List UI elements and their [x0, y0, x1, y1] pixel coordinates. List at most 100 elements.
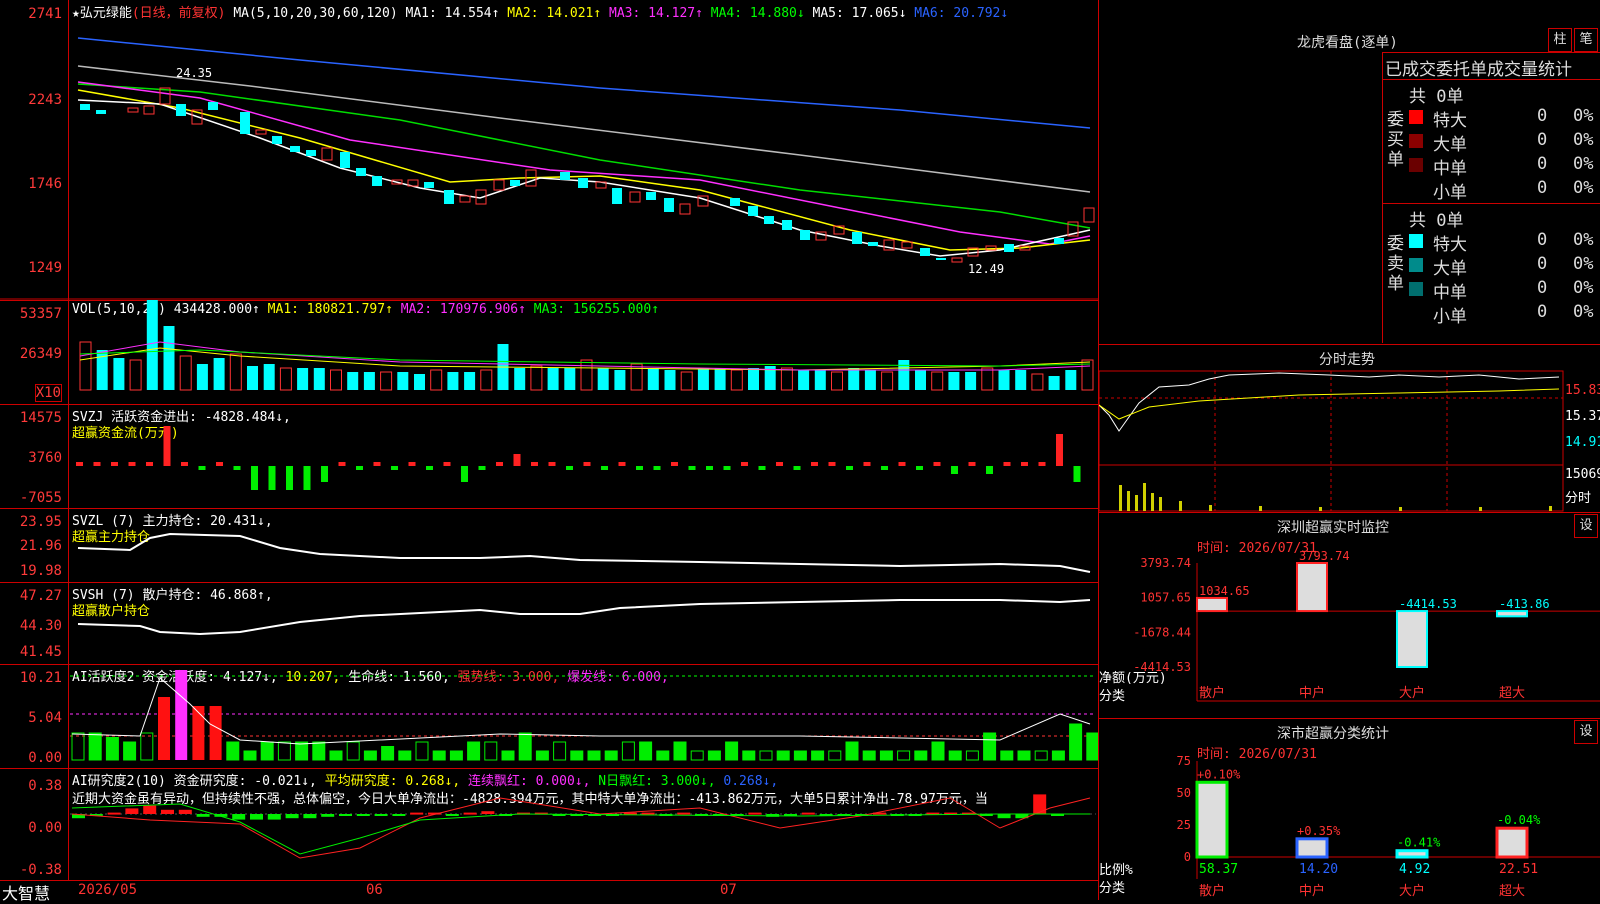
- sz-monitor-panel[interactable]: 深圳超赢实时监控 设 时间: 2026/07/31 3793.74 1057.65…: [1099, 512, 1600, 719]
- fund-flow-bar: [863, 462, 871, 466]
- stats-box: 已成交委托单成交量统计 委买单 共 0单 特大 0 0% 大单 0 0% 中单 0 0% 小单 0 0…: [1382, 52, 1600, 343]
- svzj-panel[interactable]: 14575 3760 -7055 SVZJ 活跃资金进出: -4828.484↓…: [0, 404, 1098, 509]
- legend-swatch: [1409, 282, 1423, 296]
- fund-flow-bar: [111, 462, 118, 466]
- category-label: 散户: [1199, 883, 1225, 899]
- volume-bar: [647, 368, 659, 390]
- change-label: -0.04%: [1497, 813, 1541, 827]
- value-label: 58.37: [1199, 862, 1238, 877]
- net-amount-bar: [1196, 596, 1228, 613]
- volume-bar: [898, 360, 910, 390]
- sz-class-panel[interactable]: 深市超赢分类统计 设 时间: 2026/07/31 75 50 25 0 +0.10% 5…: [1099, 718, 1600, 901]
- fund-flow-bar: [811, 462, 818, 466]
- activity-bar: [123, 741, 137, 761]
- fund-flow-bar: [636, 466, 643, 470]
- research-bar: [997, 814, 1011, 819]
- activity-bar: [140, 732, 154, 761]
- kline-panel[interactable]: 2741 2243 1746 1249 ★弘元绿能(日线，前复权) MA(5,1…: [0, 0, 1098, 301]
- volume-bar: [998, 370, 1010, 390]
- svzl-panel[interactable]: 23.95 21.96 19.98 SVZL (7) 主力持仓: 20.431↓…: [0, 508, 1098, 583]
- activity-bar: [192, 706, 205, 760]
- volume-bar: [1065, 370, 1077, 390]
- activity-bar: [656, 750, 670, 761]
- research-bar: [641, 812, 655, 815]
- fund-flow-bar: [671, 462, 678, 466]
- activity-bar: [845, 741, 859, 761]
- sell-side-label: 委卖单: [1387, 234, 1404, 294]
- y-tick: 75: [1177, 754, 1191, 768]
- fund-flow-bar: [478, 466, 486, 470]
- fund-flow-bar: [198, 466, 206, 470]
- order-size-label: 中单: [1433, 283, 1467, 303]
- legend-swatch: [1409, 134, 1423, 148]
- activity-bar: [71, 732, 85, 761]
- fund-flow-bar: [723, 466, 731, 470]
- activity-bar: [707, 750, 721, 761]
- legend-swatch: [1409, 234, 1423, 248]
- bi-button[interactable]: 笔: [1574, 28, 1598, 52]
- activity-bar: [158, 697, 170, 760]
- activity-bar: [1000, 750, 1014, 761]
- ratio-bar: [1495, 826, 1529, 859]
- data-label: -4414.53: [1399, 597, 1457, 611]
- svsh-panel[interactable]: 47.27 44.30 41.45 SVSH (7) 散户持仓: 46.868↑…: [0, 582, 1098, 665]
- fund-flow-bar: [1003, 462, 1011, 466]
- fund-flow-bar: [426, 466, 433, 470]
- sell-block: 委卖单 共 0单 特大 0 0% 大单 0 0% 中单 0 0% 小单 0 0%: [1383, 203, 1600, 328]
- activity-bar: [346, 741, 360, 761]
- fund-flow-bar: [828, 462, 836, 466]
- ai-activity-panel[interactable]: 10.21 5.04 0.00 AI活跃度2 资金活跃度: 4.127↓, 10…: [0, 664, 1098, 769]
- research-bar: [143, 805, 157, 814]
- activity-bar: [811, 750, 825, 761]
- net-amount-bar: [1496, 610, 1528, 618]
- activity-bar: [243, 750, 257, 761]
- order-count: 0: [1537, 230, 1548, 250]
- zhu-button[interactable]: 柱: [1548, 28, 1572, 52]
- research-bar: [321, 814, 335, 817]
- volume-bar: [179, 355, 192, 391]
- research-bar: [339, 814, 352, 816]
- activity-bar: [776, 750, 790, 761]
- activity-bar: [948, 750, 962, 761]
- research-bar: [481, 811, 495, 814]
- intraday-panel[interactable]: 分时走势 15.83 15.37 14.91 15069 分时: [1099, 344, 1600, 513]
- activity-bar: [484, 741, 498, 761]
- volume-bar: [714, 368, 726, 390]
- volume-bar: [129, 359, 142, 391]
- activity-bar: [88, 732, 102, 761]
- volume-bar: [948, 372, 960, 390]
- fund-flow-bar: [1056, 434, 1063, 466]
- y-tick: 0: [1184, 850, 1191, 864]
- fund-flow-bar: [268, 466, 276, 490]
- volume-panel[interactable]: 53357 26349 X10 VOL(5,10,20) 434428.000↑…: [0, 300, 1098, 405]
- stats-title: 已成交委托单成交量统计: [1385, 60, 1572, 80]
- order-percent: 0%: [1573, 106, 1594, 126]
- fund-flow-bar: [163, 426, 171, 466]
- fund-flow-bar: [688, 466, 696, 470]
- category-label: 散户: [1199, 685, 1225, 701]
- lhb-panel: 龙虎看盘(逐单) 柱 笔 已成交委托单成交量统计 委买单 共 0单 特大 0 0% 大…: [1099, 0, 1600, 344]
- change-label: -0.41%: [1397, 836, 1441, 850]
- research-bar: [463, 812, 477, 815]
- fund-flow-bar: [968, 462, 976, 466]
- activity-bar: [398, 750, 412, 761]
- activity-bar: [828, 750, 842, 761]
- activity-bar: [914, 750, 928, 761]
- category-label: 超大: [1499, 884, 1525, 899]
- sz-class-chart: 75 50 25 0 +0.10% 58.37 散户 +0.35% 14.20 中户 -0.41% 4…: [1177, 754, 1600, 899]
- ai-research-panel[interactable]: 0.38 0.00 -0.38 AI研究度2(10) 资金研究度: -0.021…: [0, 768, 1098, 881]
- activity-bar: [518, 732, 532, 761]
- volume-bar: [347, 372, 359, 390]
- fund-flow-bar: [93, 462, 101, 466]
- activity-bar: [604, 750, 618, 761]
- research-bar: [677, 812, 691, 815]
- fund-flow-bar: [76, 462, 83, 466]
- activity-bar: [621, 741, 635, 761]
- activity-bar: [260, 741, 274, 761]
- activity-bar: [1017, 750, 1031, 761]
- date-label: 2026/05: [78, 882, 138, 898]
- date-label: 06: [366, 882, 383, 898]
- ma3-line: [77, 81, 1091, 245]
- order-size-label: 小单: [1433, 183, 1467, 203]
- ai-activity-chart: [70, 670, 1098, 761]
